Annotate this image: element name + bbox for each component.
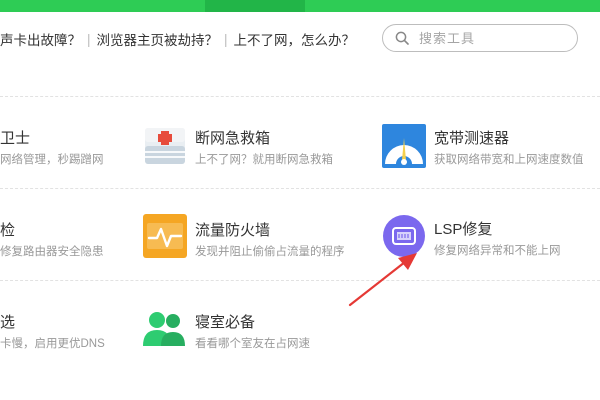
tool-title: LSP修复 (434, 221, 493, 238)
tool-title: 检 (0, 222, 16, 239)
tool-tile-guard[interactable]: 卫士 网络管理，秒踢蹭网 (0, 124, 130, 174)
tool-desc: 获取网络带宽和上网速度数值 (434, 154, 584, 166)
top-green-bar (0, 0, 600, 12)
tool-desc: 网络管理，秒踢蹭网 (0, 154, 104, 166)
tool-tile-router-check[interactable]: 检 修复路由器安全隐患 (0, 216, 130, 266)
tool-tile-speedtest[interactable]: 宽带测速器 获取网络带宽和上网速度数值 (382, 124, 600, 174)
active-tab-indicator[interactable] (205, 0, 305, 12)
tool-desc: 上不了网？就用断网急救箱 (195, 154, 333, 166)
tool-title: 选 (0, 314, 16, 331)
search-input[interactable] (417, 29, 571, 47)
quicklink-no-internet[interactable]: 上不了网，怎么办？ (234, 29, 356, 49)
tool-title: 断网急救箱 (195, 130, 271, 147)
tool-desc: 修复网络异常和不能上网 (434, 245, 561, 257)
divider (0, 188, 600, 189)
tool-title: 寝室必备 (195, 314, 256, 331)
tool-desc: 卡慢，启用更优DNS (0, 338, 105, 350)
quicklink-sound-card[interactable]: 声卡出故障？ (0, 29, 81, 49)
search-box[interactable] (382, 24, 578, 52)
separator: | (87, 31, 91, 47)
speedometer-icon (382, 124, 426, 168)
tool-tile-dns-select[interactable]: 选 卡慢，启用更优DNS (0, 308, 130, 358)
tool-tile-first-aid[interactable]: 断网急救箱 上不了网？就用断网急救箱 (143, 124, 373, 174)
first-aid-kit-icon (145, 128, 185, 164)
tool-desc: 修复路由器安全隐患 (0, 246, 104, 258)
tool-tile-lsp-repair[interactable]: LSP修复 修复网络异常和不能上网 (382, 214, 600, 264)
quick-links: 声卡出故障？ | 浏览器主页被劫持？ | 上不了网，怎么办？ (0, 29, 355, 49)
tool-desc: 看看哪个室友在占网速 (195, 338, 310, 350)
tool-tile-traffic-firewall[interactable]: 流量防火墙 发现并阻止偷偷占流量的程序 (143, 214, 373, 264)
tool-title: 流量防火墙 (195, 222, 271, 239)
traffic-firewall-icon (143, 214, 187, 258)
search-icon (395, 31, 409, 45)
tool-desc: 发现并阻止偷偷占流量的程序 (195, 246, 345, 258)
quicklink-homepage-hijack[interactable]: 浏览器主页被劫持？ (97, 29, 219, 49)
lsp-repair-icon (383, 215, 425, 257)
tool-tile-dorm[interactable]: 寝室必备 看看哪个室友在占网速 (143, 306, 373, 356)
roommates-icon (143, 312, 185, 346)
tool-title: 宽带测速器 (434, 130, 510, 147)
tool-title: 卫士 (0, 130, 31, 147)
separator: | (224, 31, 228, 47)
divider (0, 96, 600, 97)
divider (0, 280, 600, 281)
